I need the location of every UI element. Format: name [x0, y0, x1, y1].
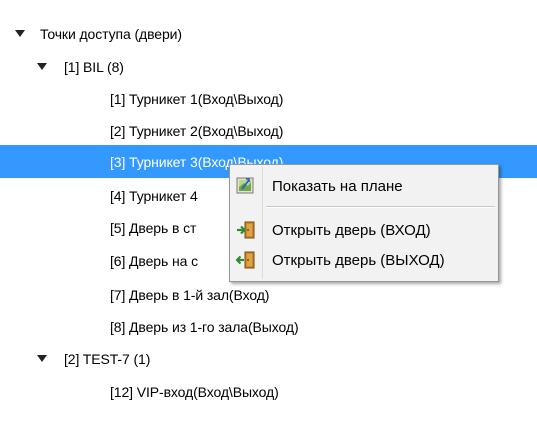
tree-item-label: [7] Дверь в 1-й зал(Вход): [110, 286, 270, 303]
tree-item-label: [2] Турникет 2(Вход\Выход): [110, 122, 284, 139]
menu-separator: [266, 206, 495, 208]
expand-toggle-icon[interactable]: [12, 26, 28, 42]
context-menu: Показать на плане Открыть дверь (ВХОД) О…: [229, 164, 499, 282]
tree-item-label: [5] Дверь в ст: [110, 219, 197, 236]
tree-node-group-bil[interactable]: [1] BIL (8): [0, 50, 537, 83]
tree-item-label: [1] Турникет 1(Вход\Выход): [110, 90, 284, 107]
map-plan-icon: [236, 177, 256, 195]
tree-item-label: [6] Дверь на с: [110, 252, 198, 269]
tree-node-label: Точки доступа (двери): [40, 25, 182, 42]
tree-node-root[interactable]: Точки доступа (двери): [0, 17, 537, 50]
expand-toggle-icon[interactable]: [34, 59, 50, 75]
door-enter-icon: [236, 221, 256, 239]
tree-node-group-test7[interactable]: [2] TEST-7 (1): [0, 342, 537, 375]
expand-toggle-icon[interactable]: [34, 351, 50, 367]
menu-item-open-door-enter[interactable]: Открыть дверь (ВХОД): [232, 215, 496, 245]
tree-node-label: [1] BIL (8): [64, 58, 124, 75]
tree-item-label: [4] Турникет 4: [110, 187, 198, 204]
tree-item-label: [12] VIP-вход(Вход\Выход): [110, 383, 279, 400]
tree-item[interactable]: [12] VIP-вход(Вход\Выход): [0, 375, 537, 408]
menu-item-show-on-plan[interactable]: Показать на плане: [232, 171, 496, 201]
menu-item-label: Показать на плане: [272, 177, 403, 195]
menu-item-label: Открыть дверь (ВЫХОД): [272, 251, 445, 269]
tree-item-label: [8] Дверь из 1-го зала(Выход): [110, 318, 299, 335]
tree-item[interactable]: [1] Турникет 1(Вход\Выход): [0, 82, 537, 115]
menu-item-open-door-exit[interactable]: Открыть дверь (ВЫХОД): [232, 245, 496, 275]
tree-node-label: [2] TEST-7 (1): [64, 350, 151, 367]
menu-item-label: Открыть дверь (ВХОД): [272, 221, 431, 239]
door-exit-icon: [235, 251, 256, 269]
tree-item[interactable]: [2] Турникет 2(Вход\Выход): [0, 114, 537, 147]
tree-item[interactable]: [8] Дверь из 1-го зала(Выход): [0, 310, 537, 343]
tree-item[interactable]: [7] Дверь в 1-й зал(Вход): [0, 278, 537, 311]
